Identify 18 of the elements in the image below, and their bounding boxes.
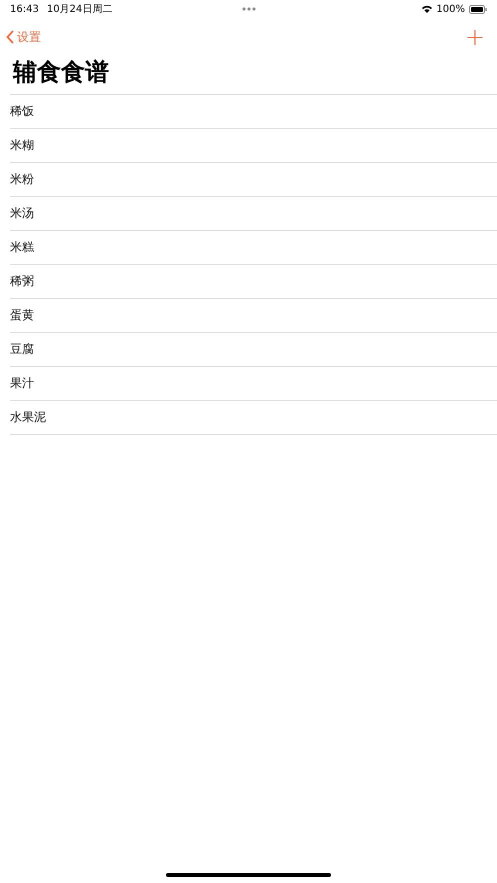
recipe-item[interactable]: 米汤 (10, 205, 34, 222)
battery-percent: 100% (436, 4, 465, 14)
wifi-icon (422, 5, 432, 13)
battery-icon (469, 4, 487, 14)
recipe-item[interactable]: 蛋黄 (10, 307, 34, 324)
chevron-left-icon (6, 30, 14, 44)
recipe-item[interactable]: 果汁 (10, 375, 34, 392)
recipe-item[interactable]: 水果泥 (10, 409, 46, 426)
status-time: 16:43 (10, 4, 39, 14)
recipe-item[interactable]: 豆腐 (10, 341, 34, 358)
recipe-item[interactable]: 米糊 (10, 137, 34, 154)
status-date: 10月24日周二 (46, 3, 112, 16)
recipe-item[interactable]: 稀粥 (10, 273, 34, 290)
dots-icon (242, 7, 256, 11)
recipe-item[interactable]: 稀饭 (10, 103, 34, 120)
page-title: 辅食食谱 (12, 57, 110, 88)
recipe-item[interactable]: 米粉 (10, 171, 34, 188)
recipe-item[interactable]: 米糕 (10, 239, 34, 256)
